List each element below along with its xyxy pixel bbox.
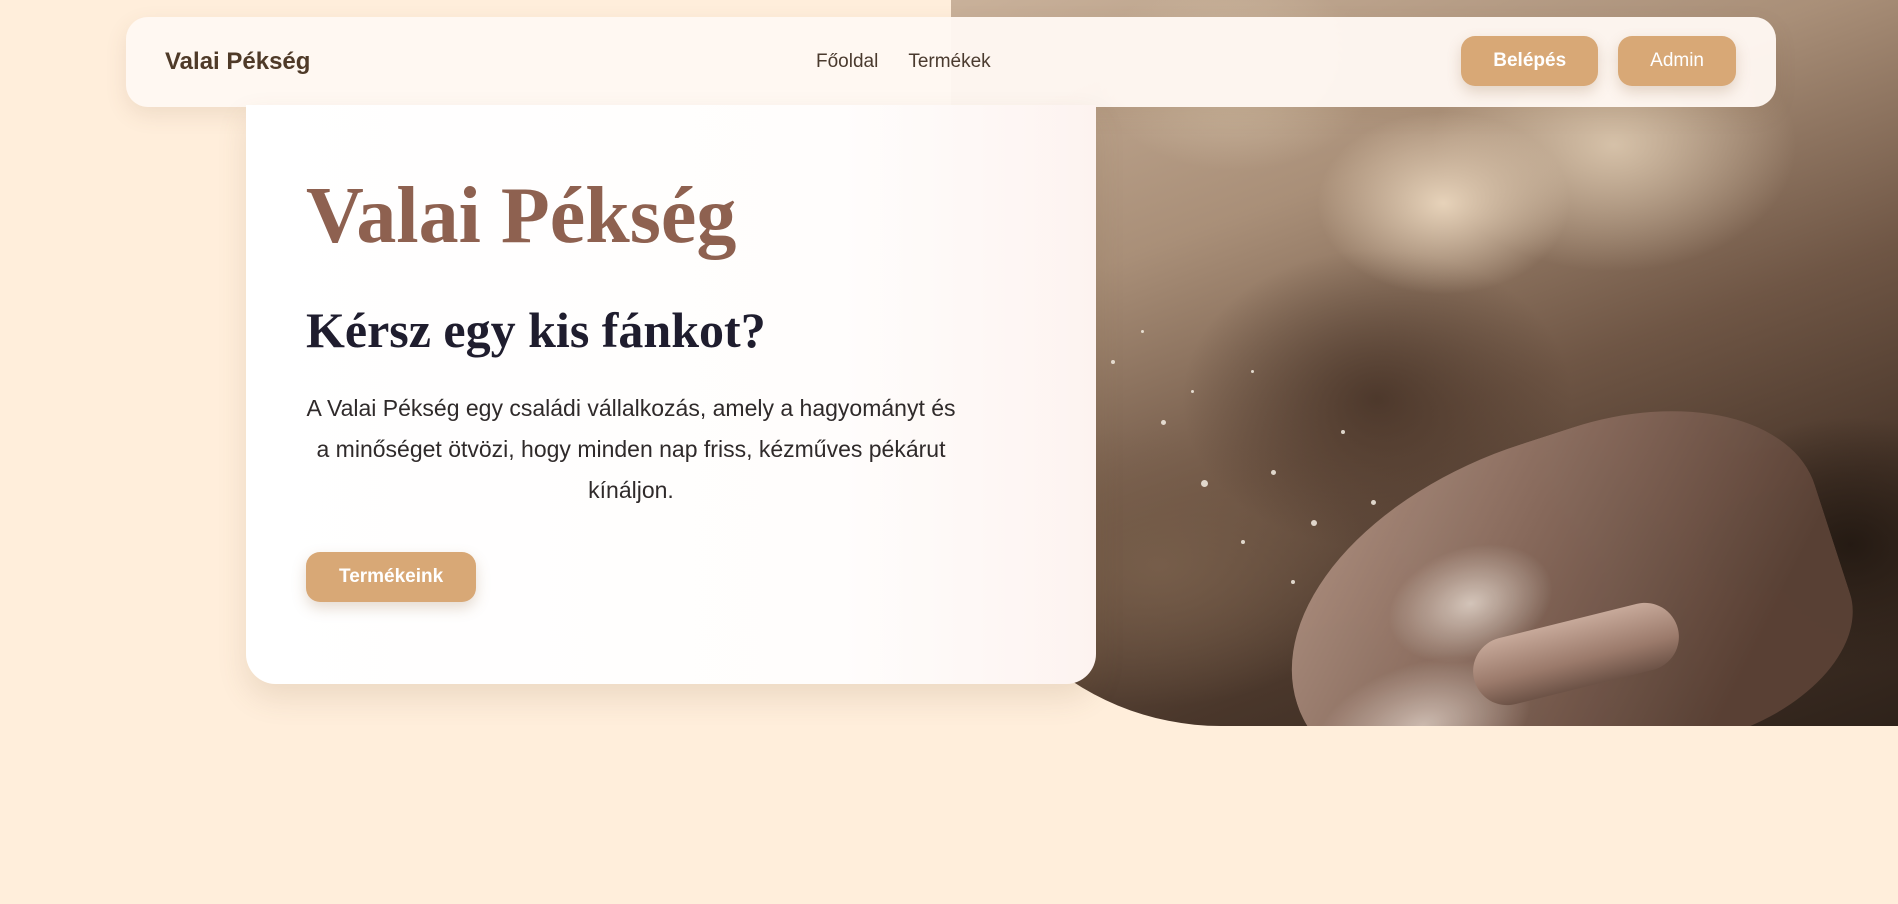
page: Valai Pékség Főoldal Termékek Belépés Ad…: [0, 0, 1898, 904]
nav-links: Főoldal Termékek: [816, 17, 991, 107]
hero-card: Valai Pékség Kérsz egy kis fánkot? A Val…: [246, 105, 1096, 684]
flour-particle: [1241, 540, 1245, 544]
flour-particle: [1141, 330, 1144, 333]
flour-particle: [1191, 390, 1194, 393]
brand-logo[interactable]: Valai Pékség: [165, 17, 310, 107]
flour-particle: [1201, 480, 1208, 487]
flour-particle: [1251, 370, 1254, 373]
flour-particle: [1271, 470, 1276, 475]
hero-subtitle: Kérsz egy kis fánkot?: [306, 302, 766, 358]
hero-description: A Valai Pékség egy családi vállalkozás, …: [306, 395, 956, 503]
hero-title: Valai Pékség: [306, 172, 737, 260]
admin-button[interactable]: Admin: [1618, 36, 1736, 86]
login-button[interactable]: Belépés: [1461, 36, 1599, 86]
nav-link-products[interactable]: Termékek: [908, 51, 990, 73]
flour-particle: [1311, 520, 1317, 526]
flour-particle: [1291, 580, 1295, 584]
nav-actions: Belépés Admin: [1461, 36, 1736, 86]
products-cta-button[interactable]: Termékeink: [306, 552, 477, 602]
flour-particle: [1111, 360, 1115, 364]
flour-particle: [1161, 420, 1166, 425]
navbar: Valai Pékség Főoldal Termékek Belépés Ad…: [126, 17, 1776, 107]
nav-link-home[interactable]: Főoldal: [816, 51, 878, 73]
flour-particle: [1341, 430, 1345, 434]
flour-particle: [1371, 500, 1376, 505]
